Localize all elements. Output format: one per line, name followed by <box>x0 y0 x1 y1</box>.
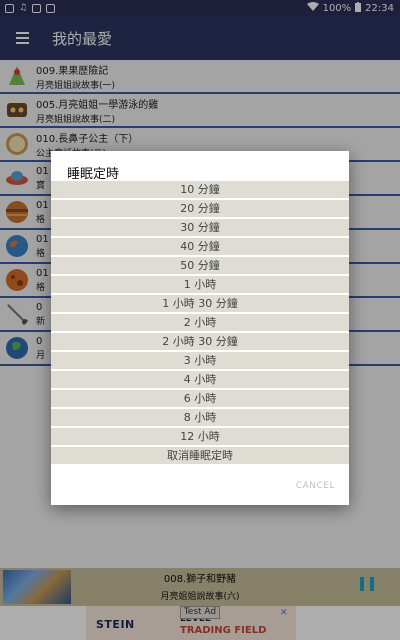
timer-option[interactable]: 20 分鐘 <box>51 200 349 217</box>
timer-option[interactable]: 2 小時 30 分鐘 <box>51 333 349 350</box>
timer-option[interactable]: 1 小時 30 分鐘 <box>51 295 349 312</box>
timer-option[interactable]: 6 小時 <box>51 390 349 407</box>
timer-option[interactable]: 50 分鐘 <box>51 257 349 274</box>
timer-option[interactable]: 30 分鐘 <box>51 219 349 236</box>
timer-option[interactable]: 4 小時 <box>51 371 349 388</box>
sleep-timer-dialog: 睡眠定時 10 分鐘 20 分鐘 30 分鐘 40 分鐘 50 分鐘 1 小時 … <box>51 151 349 505</box>
cancel-timer-option[interactable]: 取消睡眠定時 <box>51 447 349 464</box>
timer-option[interactable]: 3 小時 <box>51 352 349 369</box>
timer-option[interactable]: 2 小時 <box>51 314 349 331</box>
timer-option[interactable]: 40 分鐘 <box>51 238 349 255</box>
timer-option[interactable]: 1 小時 <box>51 276 349 293</box>
timer-option[interactable]: 8 小時 <box>51 409 349 426</box>
dialog-title: 睡眠定時 <box>67 167 120 182</box>
timer-option[interactable]: 10 分鐘 <box>51 181 349 198</box>
timer-option[interactable]: 12 小時 <box>51 428 349 445</box>
timer-options: 10 分鐘 20 分鐘 30 分鐘 40 分鐘 50 分鐘 1 小時 1 小時 … <box>51 181 349 466</box>
cancel-button[interactable]: CANCEL <box>296 481 335 491</box>
